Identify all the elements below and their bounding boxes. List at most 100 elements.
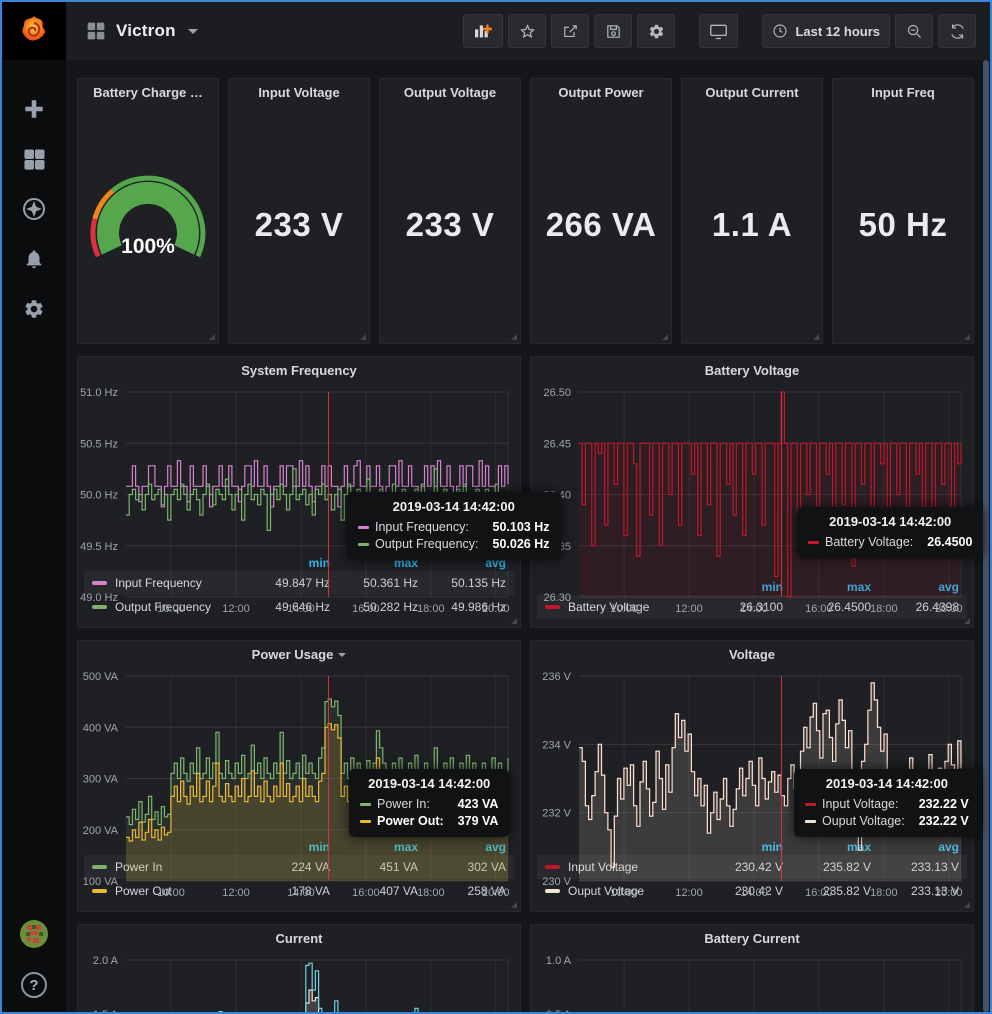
gauge-value: 100% [121,235,175,258]
tooltip-series-value: 232.22 V [919,814,969,828]
star-button[interactable] [508,14,546,48]
stat-value: 266 VA [546,206,657,244]
user-avatar[interactable] [19,919,49,954]
grafana-logo-icon [16,13,52,49]
panel-menu-caret-icon[interactable] [338,653,346,657]
zoom-out-button[interactable] [895,14,933,48]
chart-plot[interactable]: 2.0 A1.5 A1.0 A0.5 A10:0012:0014:0016:00… [78,952,520,1012]
gear-icon [23,298,45,320]
gauge-body: 100% [78,106,218,343]
panel-title[interactable]: Voltage [531,641,973,668]
svg-text:10:00: 10:00 [157,887,185,899]
chart-tooltip: 2019-03-14 14:42:00Battery Voltage:26.45… [797,507,983,558]
svg-text:18:00: 18:00 [870,887,898,899]
top-header: Victron [66,2,990,60]
panel-title[interactable]: Current [78,925,520,952]
panel-title-text: System Frequency [241,363,357,378]
panel-title[interactable]: Battery Current [531,925,973,952]
svg-text:20:00: 20:00 [935,603,963,615]
panel-title[interactable]: Output Power [531,79,671,106]
svg-text:26.50: 26.50 [543,387,571,399]
svg-text:14:00: 14:00 [287,603,315,615]
sidebar-item-explore[interactable] [21,196,47,222]
panel-title-text: Battery Voltage [705,363,799,378]
sidebar-item-alerting[interactable] [21,246,47,272]
chart-canvas: 26.5026.4526.4026.3526.3010:0012:0014:00… [531,384,973,617]
share-button[interactable] [551,14,589,48]
panel-title[interactable]: System Frequency [78,357,520,384]
gear-icon [648,23,665,40]
dashboard-title: Victron [116,21,176,41]
svg-text:26.45: 26.45 [543,438,571,450]
panel-title[interactable]: Input Voltage [229,79,369,106]
svg-text:12:00: 12:00 [222,887,250,899]
svg-text:12:00: 12:00 [675,887,703,899]
tooltip-series-label: Power In: [377,797,430,811]
cycle-view-button[interactable] [699,14,738,48]
tooltip-series-row: Power Out:379 VA [360,814,498,828]
panel-title[interactable]: Output Current [682,79,822,106]
panel-title[interactable]: Battery Voltage [531,357,973,384]
svg-text:12:00: 12:00 [222,603,250,615]
panel-battery-charge: Battery Charge … 100% [77,78,219,344]
svg-text:1.0 A: 1.0 A [546,955,572,967]
svg-text:10:00: 10:00 [610,603,638,615]
clock-icon [772,23,788,39]
tooltip-series-label: Output Frequency: [375,537,479,551]
tooltip-series-row: Battery Voltage:26.4500 [808,535,972,549]
svg-text:400 VA: 400 VA [83,722,119,734]
panel-title[interactable]: Output Voltage [380,79,520,106]
svg-text:12:00: 12:00 [675,603,703,615]
svg-text:20:00: 20:00 [482,603,510,615]
sidebar-item-configuration[interactable] [21,296,47,322]
tooltip-series-row: Power In: 423 VA [360,797,498,811]
svg-text:234 V: 234 V [542,739,571,751]
panel-battery-current: Battery Current 1.0 A0.5 A0 A-0.5 A-1.0 … [530,924,974,1012]
sidebar-item-dashboards[interactable] [21,146,47,172]
svg-text:18:00: 18:00 [417,603,445,615]
tooltip-series-value: 423 VA [458,797,499,811]
refresh-button[interactable] [938,14,976,48]
tooltip-series-label: Input Voltage: [822,797,898,811]
panel-title[interactable]: Input Freq [833,79,973,106]
star-icon [519,23,536,40]
save-icon [605,23,622,40]
tooltip-timestamp: 2019-03-14 14:42:00 [360,776,498,791]
panel-title[interactable]: Battery Charge … [78,79,218,106]
svg-text:14:00: 14:00 [287,887,315,899]
grafana-logo[interactable] [2,2,66,60]
refresh-icon [949,23,966,40]
grafana-window: ? Victron [0,0,992,1014]
panel-battery-voltage: Battery Voltage 26.5026.4526.4026.3526.3… [530,356,974,628]
panel-title-text: Input Voltage [258,85,339,100]
tooltip-series-value: 232.22 V [919,797,969,811]
tooltip-series-value: 379 VA [458,814,499,828]
tooltip-series-swatch [360,803,371,806]
svg-text:20:00: 20:00 [482,887,510,899]
dashboards-grid-icon [23,148,46,171]
panel-title-text: Output Power [558,85,643,100]
add-panel-button[interactable] [463,14,503,48]
dashboard-picker[interactable]: Victron [86,21,198,41]
svg-text:10:00: 10:00 [610,887,638,899]
sidebar-item-create[interactable] [21,96,47,122]
chart-plot[interactable]: 1.0 A0.5 A0 A-0.5 A-1.0 A10:0012:0014:00… [531,952,973,1012]
svg-text:10:00: 10:00 [157,603,185,615]
sidebar: ? [2,2,66,1012]
tv-icon [709,23,728,40]
svg-text:16:00: 16:00 [352,603,380,615]
compass-icon [22,197,46,221]
panel-title-text: Current [276,931,323,946]
scrollbar-track[interactable] [982,60,990,1012]
dashboard-settings-button[interactable] [637,14,675,48]
time-picker-button[interactable]: Last 12 hours [762,14,890,48]
save-button[interactable] [594,14,632,48]
zoom-out-icon [906,23,923,40]
svg-text:49.5 Hz: 49.5 Hz [80,541,118,553]
scrollbar-thumb[interactable] [983,60,989,1012]
stat-value: 233 V [255,206,344,244]
help-icon[interactable]: ? [21,972,47,998]
tooltip-series-swatch [358,543,369,546]
svg-text:500 VA: 500 VA [83,671,119,683]
panel-title[interactable]: Power Usage [78,641,520,668]
